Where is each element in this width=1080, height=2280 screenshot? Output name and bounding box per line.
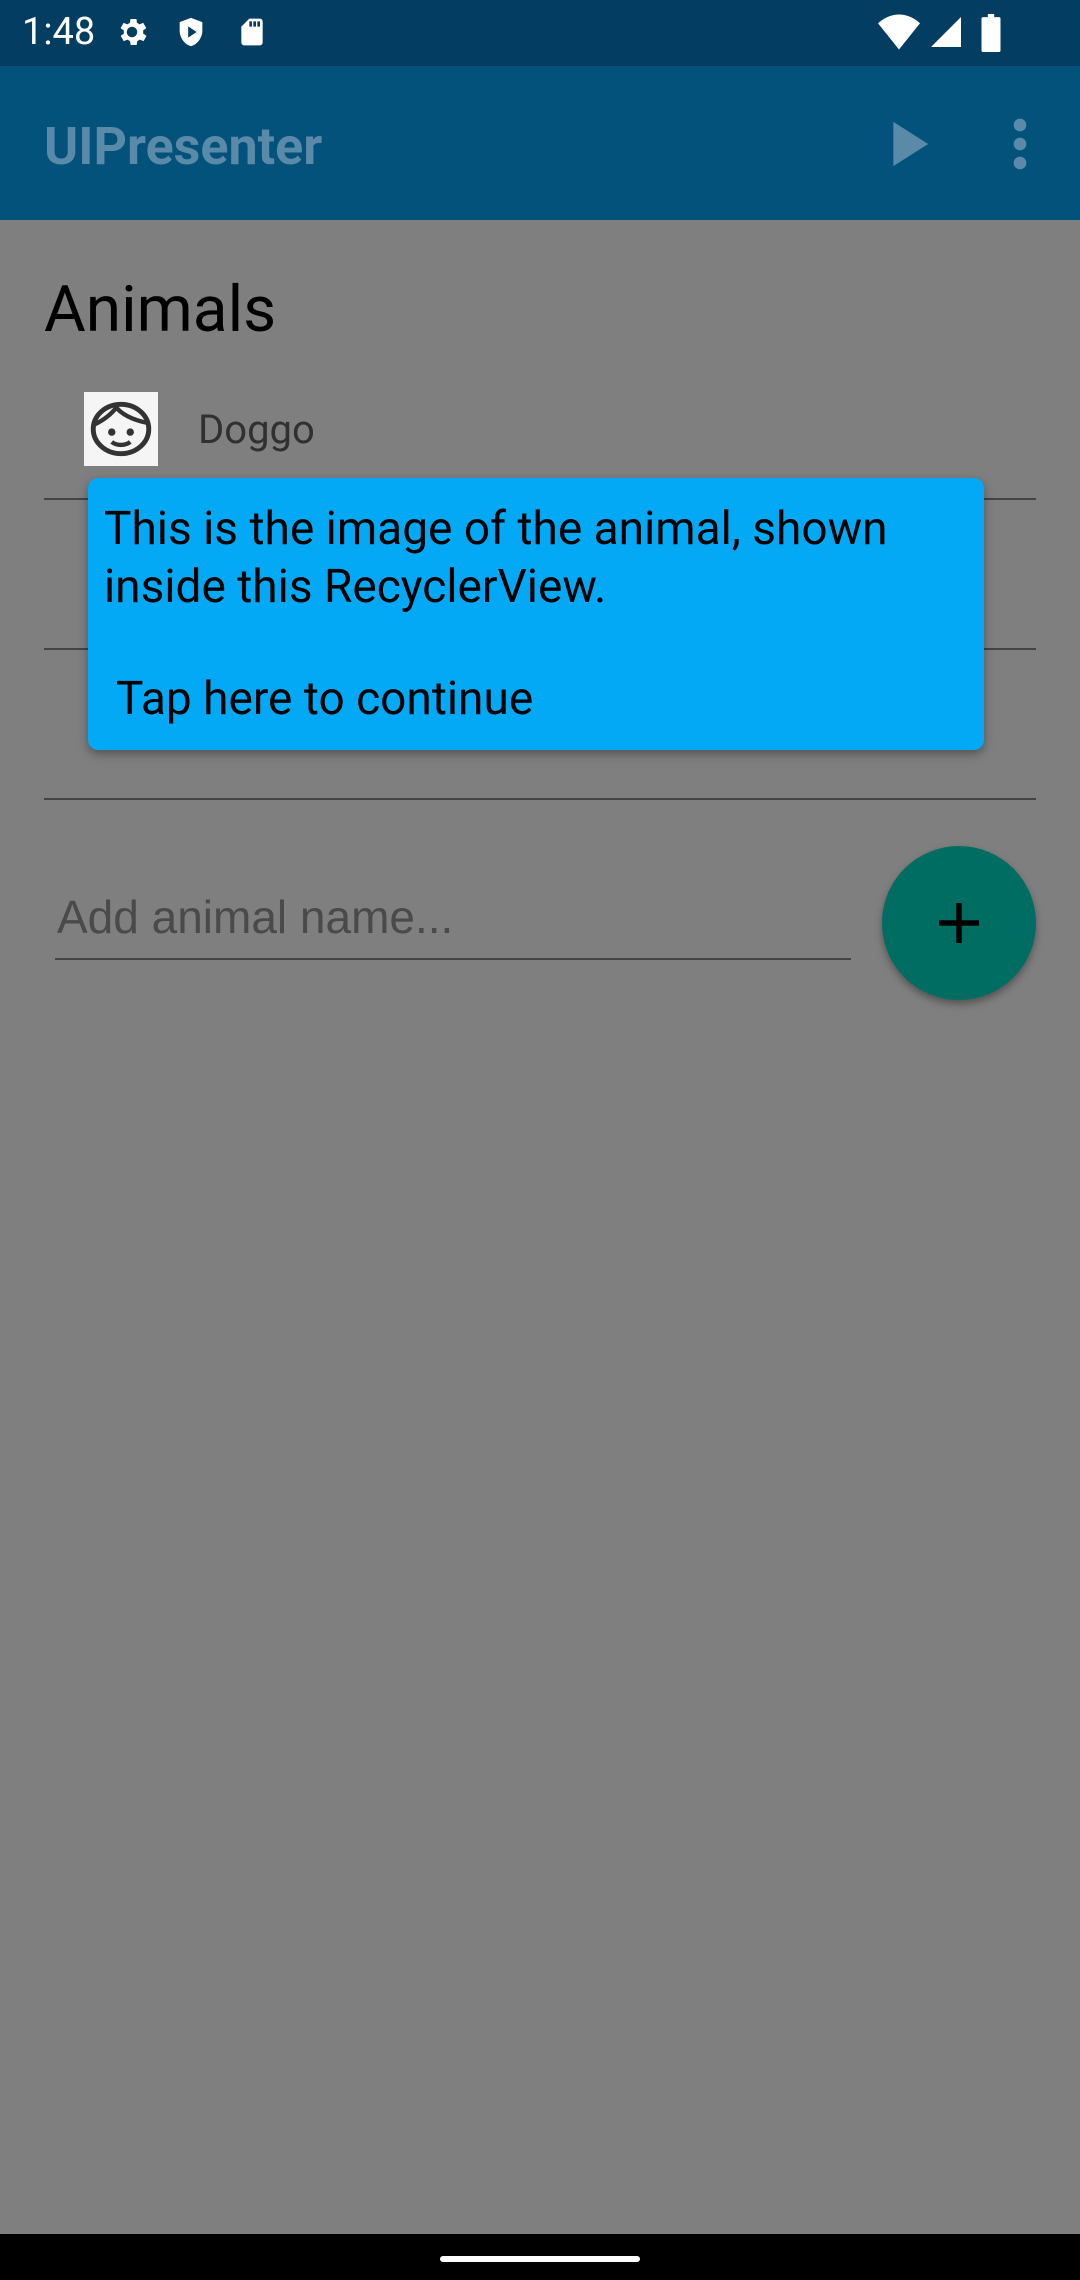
shield-icon — [179, 17, 203, 47]
add-animal-button[interactable] — [882, 846, 1036, 1000]
status-bar: 1:48 — [0, 0, 1080, 66]
sd-card-icon — [241, 18, 263, 46]
play-button[interactable] — [868, 106, 944, 182]
more-options-button[interactable] — [982, 106, 1058, 182]
tooltip-message: This is the image of the animal, shown i… — [104, 502, 888, 614]
section-title: Animals — [44, 272, 277, 347]
app-bar: UIPresenter — [0, 66, 1080, 220]
more-vert-icon — [1013, 118, 1027, 170]
divider — [44, 798, 1036, 800]
list-item-label: Doggo — [198, 406, 315, 453]
animal-name-input[interactable] — [55, 876, 851, 960]
play-icon — [893, 121, 929, 167]
face-icon — [90, 401, 152, 457]
battery-icon — [981, 14, 1001, 52]
animal-image — [84, 392, 158, 466]
list-item[interactable]: Doggo — [44, 392, 1036, 472]
status-time: 1:48 — [22, 10, 96, 54]
wifi-icon — [878, 14, 920, 50]
plus-icon — [939, 903, 979, 943]
app-title: UIPresenter — [44, 116, 323, 177]
home-gesture-handle[interactable] — [440, 2256, 640, 2262]
signal-icon — [931, 17, 961, 47]
navigation-bar — [0, 2234, 1080, 2280]
gear-icon — [120, 18, 147, 46]
tooltip-continue-link[interactable]: Tap here to continue — [116, 672, 533, 726]
tutorial-tooltip[interactable]: This is the image of the animal, shown i… — [88, 478, 984, 750]
